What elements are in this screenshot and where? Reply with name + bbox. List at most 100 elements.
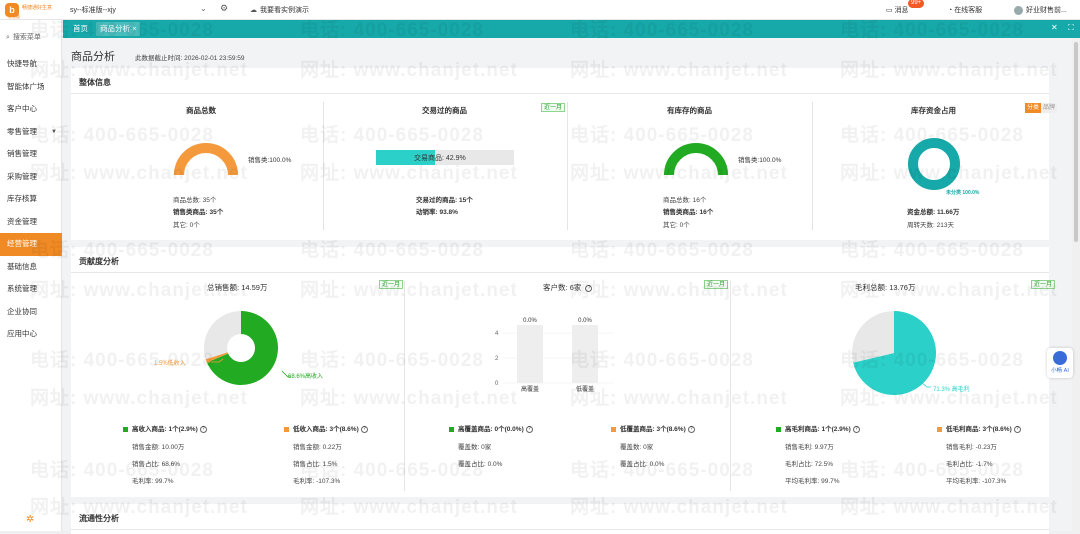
- close-all-icon[interactable]: ✕: [1051, 23, 1058, 32]
- total-products-title: 商品总数: [186, 106, 216, 115]
- help-icon[interactable]: ?: [687, 425, 695, 433]
- metric-line: 覆盖数: 0家: [620, 444, 654, 451]
- gauge-legend: 销售类:100.0%: [248, 157, 292, 164]
- search-icon: ⌕: [6, 34, 10, 41]
- metric-line: 覆盖占比: 0.0%: [458, 461, 503, 468]
- divider: [71, 529, 1049, 530]
- tab-home[interactable]: 首页: [73, 22, 88, 36]
- help-icon[interactable]: ?: [199, 425, 207, 433]
- bar-value-label: 0.0%: [578, 318, 592, 324]
- help-icon[interactable]: ?: [525, 425, 533, 433]
- metric-line: 覆盖占比: 0.0%: [620, 461, 665, 468]
- top-bar: b 畅捷通好生意 标准版 sy--标准版--xjy ⌄ ⚙ ☁ 我要看实例演示 ▭…: [0, 0, 1080, 20]
- metric-group-title: 高覆盖商品: 0个(0.0%)?: [449, 423, 533, 433]
- settings-icon[interactable]: ⚙: [218, 3, 230, 15]
- sidebar-item[interactable]: 企业协同: [0, 301, 62, 324]
- sidebar-item[interactable]: 库存核算: [0, 188, 62, 211]
- group-count: 1个(2.9%): [821, 426, 851, 433]
- menu-search[interactable]: ⌕ 搜索菜单: [2, 32, 60, 46]
- metric-line: 销售金额: 0.22万: [293, 444, 342, 451]
- bar-label-text: 交易商品:: [414, 155, 444, 162]
- sidebar-nav: 快捷导航智能体广场 客户中心 零售管理 ▼ 销售管理 采购管理库存核算资金管理经营管理基础…: [0, 53, 62, 346]
- period-tag[interactable]: 近一月: [379, 280, 404, 289]
- settings-icon[interactable]: ✲: [26, 514, 34, 525]
- help-icon[interactable]: ?: [1013, 425, 1021, 433]
- group-title: 高覆盖商品:: [458, 426, 493, 433]
- metric-group-title: 低毛利商品: 3个(8.6%)?: [937, 423, 1021, 433]
- donut-ring: [908, 138, 960, 190]
- sidebar-item-label: 库存核算: [7, 194, 37, 203]
- liquidity-analysis-card: 流通性分析: [71, 504, 1049, 534]
- group-title: 低收入商品:: [293, 426, 328, 433]
- sidebar-item[interactable]: 零售管理 ▼: [0, 121, 62, 144]
- sidebar-item[interactable]: 经营管理: [0, 233, 62, 256]
- metric-line: 销售占比: 68.6%: [132, 461, 181, 468]
- gross-profit-label: 毛利总额:: [855, 283, 888, 292]
- sidebar-item-label: 资金管理: [7, 216, 37, 226]
- stat-line: 销售类商品: 35个: [173, 209, 224, 216]
- y-tick-label: 2: [495, 356, 499, 362]
- help-icon[interactable]: ?: [852, 425, 860, 433]
- period-tag[interactable]: 近一月: [541, 103, 566, 112]
- account-selector[interactable]: sy--标准版--xjy: [70, 5, 116, 15]
- metric-group-title: 低覆盖商品: 3个(8.6%)?: [611, 423, 695, 433]
- customer-count: 客户数: 6家 ?: [543, 282, 593, 293]
- demo-link[interactable]: ☁ 我要看实例演示: [250, 5, 309, 15]
- ai-assistant-button[interactable]: 小畅 AI: [1047, 348, 1073, 378]
- stat-line: 动销率: 93.8%: [416, 209, 458, 216]
- customer-count-value: 6家: [569, 283, 582, 292]
- sidebar-item[interactable]: 基础信息: [0, 256, 62, 279]
- toggle-category[interactable]: 分类: [1025, 103, 1042, 113]
- messages-button[interactable]: ▭ 消息: [886, 5, 909, 15]
- help-icon[interactable]: ?: [585, 284, 593, 292]
- sidebar-item-label: 经营管理: [7, 239, 37, 248]
- section-title: 贡献度分析: [79, 257, 119, 266]
- divider: [71, 272, 1049, 273]
- sidebar-item[interactable]: 客户中心: [0, 98, 62, 121]
- close-icon[interactable]: ×: [132, 24, 136, 33]
- y-tick-label: 0: [495, 381, 499, 387]
- app-logo[interactable]: b 畅捷通好生意 标准版: [5, 2, 65, 19]
- tab-bar: 首页 商品分析 × ✕ ⛶: [63, 20, 1080, 38]
- metric-group-title: 低收入商品: 3个(8.6%)?: [284, 423, 368, 433]
- contribution-analysis-card: 贡献度分析 总销售额: 14.59万 近一月 68.6%高收入 1.5%低收入 …: [71, 247, 1056, 497]
- metric-group-title: 高毛利商品: 1个(2.9%)?: [776, 423, 860, 433]
- period-tag[interactable]: 近一月: [704, 280, 729, 289]
- sidebar-item[interactable]: 系统管理: [0, 278, 62, 301]
- sidebar-item[interactable]: 应用中心: [0, 323, 62, 346]
- toggle-brand[interactable]: 品牌: [1041, 103, 1058, 113]
- group-count: 1个(2.9%): [168, 426, 198, 433]
- main-content: 商品分析 此数据截止时间: 2026-02-01 23:59:59 整体信息 商…: [63, 38, 1080, 534]
- sidebar-item[interactable]: 快捷导航: [0, 53, 62, 76]
- sidebar-item-label: 快捷导航: [7, 59, 37, 68]
- user-menu[interactable]: 好业财售前...: [1014, 5, 1067, 15]
- tab-product-analysis[interactable]: 商品分析 ×: [96, 22, 141, 36]
- help-icon[interactable]: ?: [360, 425, 368, 433]
- sidebar-item[interactable]: 资金管理: [0, 211, 62, 234]
- legend-swatch: [123, 426, 128, 432]
- x-tick-label: 高覆盖: [521, 385, 539, 393]
- legend-swatch: [284, 426, 289, 432]
- chevron-down-icon[interactable]: ⌄: [200, 4, 207, 13]
- category-brand-toggle[interactable]: 分类 品牌: [1025, 103, 1058, 113]
- scrollbar-thumb[interactable]: [1074, 42, 1078, 242]
- divider: [323, 102, 324, 230]
- online-service-button[interactable]: ◔ 在线客服: [948, 5, 982, 15]
- sidebar-item[interactable]: 智能体广场: [0, 76, 62, 99]
- sidebar-item[interactable]: 采购管理: [0, 166, 62, 189]
- group-count: 3个(8.6%): [656, 426, 686, 433]
- period-tag[interactable]: 近一月: [1031, 280, 1056, 289]
- metric-group-title: 高收入商品: 1个(2.9%)?: [123, 423, 207, 433]
- tab-label: 商品分析: [100, 24, 130, 33]
- page-scrollbar[interactable]: [1072, 38, 1080, 531]
- stat-line: 其它: 0个: [173, 222, 200, 229]
- service-label: 在线客服: [954, 7, 983, 14]
- robot-icon: [1053, 351, 1067, 365]
- bar-label-value: 42.9%: [445, 155, 466, 162]
- group-title: 高收入商品:: [132, 426, 167, 433]
- sidebar-item[interactable]: 销售管理: [0, 143, 62, 166]
- fullscreen-icon[interactable]: ⛶: [1068, 23, 1074, 33]
- gauge-fill: [174, 143, 238, 176]
- divider: [71, 93, 1049, 94]
- legend-swatch: [937, 426, 942, 432]
